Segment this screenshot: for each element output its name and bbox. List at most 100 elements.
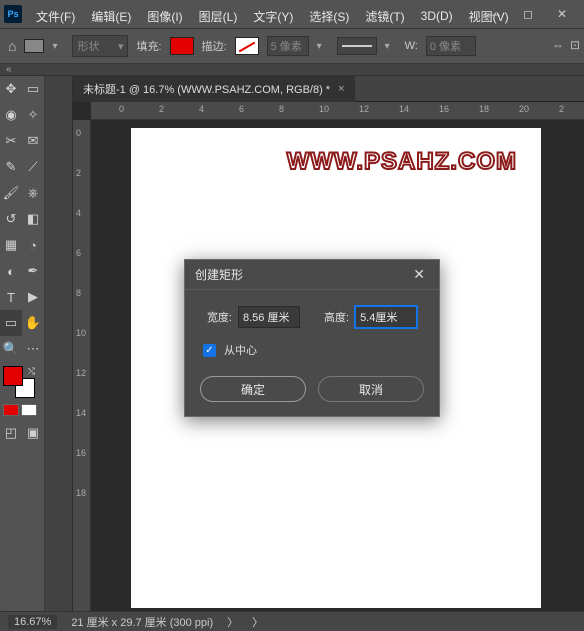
move-tool[interactable]: ✥ <box>0 76 22 102</box>
maximize-button[interactable]: ◻ <box>518 7 538 21</box>
document-dimensions: 21 厘米 x 29.7 厘米 (300 ppi) <box>71 614 213 630</box>
menu-edit[interactable]: 编辑(E) <box>83 6 139 27</box>
mini-swatch-bg[interactable] <box>21 404 37 416</box>
document-tab-row: 未标题-1 @ 16.7% (WWW.PSAHZ.COM, RGB/8) * × <box>73 76 584 102</box>
ok-button[interactable]: 确定 <box>200 376 306 402</box>
ruler-tick: 6 <box>239 104 244 114</box>
tool-preset-swatch[interactable] <box>24 39 44 53</box>
menu-filter[interactable]: 滤镜(T) <box>357 6 412 27</box>
document-tab[interactable]: 未标题-1 @ 16.7% (WWW.PSAHZ.COM, RGB/8) * × <box>73 76 355 102</box>
crop-tool[interactable]: ✂ <box>0 128 22 154</box>
vertical-ruler: 0 2 4 6 8 10 12 14 16 18 <box>73 120 91 611</box>
ruler-tick: 2 <box>159 104 164 114</box>
shape-mode-label: 形状 <box>77 38 99 54</box>
menu-bar: 文件(F) 编辑(E) 图像(I) 图层(L) 文字(Y) 选择(S) 滤镜(T… <box>0 5 517 27</box>
width-input[interactable]: 8.56 厘米 <box>238 306 300 328</box>
zoom-level[interactable]: 16.67% <box>8 615 57 629</box>
options-bar: ⌂ ▾ 形状▾ 填充: 描边: 5 像素▾ ▾ W: 0 像素 <box>0 28 584 64</box>
fill-color-swatch[interactable] <box>170 37 194 55</box>
ruler-tick: 14 <box>399 104 409 114</box>
ruler-tool[interactable]: ⟋ <box>22 154 44 180</box>
document-tab-title: 未标题-1 @ 16.7% (WWW.PSAHZ.COM, RGB/8) * <box>83 81 330 97</box>
lasso-tool[interactable]: ◉ <box>0 102 22 128</box>
slice-tool[interactable]: ✉ <box>22 128 44 154</box>
collapsed-panel-strip <box>45 76 73 611</box>
height-input[interactable]: 5.4厘米 <box>355 306 417 328</box>
shape-mode-dropdown[interactable]: 形状▾ <box>72 35 128 57</box>
menu-layer[interactable]: 图层(L) <box>191 6 246 27</box>
zoom-tool[interactable]: 🔍 <box>0 336 22 362</box>
close-button[interactable]: ✕ <box>552 7 572 21</box>
ruler-tick: 8 <box>76 288 81 298</box>
watermark-text: WWW.PSAHZ.COM <box>287 148 517 176</box>
more-tools[interactable]: ⋯ <box>22 336 44 362</box>
horizontal-ruler: 0 2 4 6 8 10 12 14 16 18 20 2 <box>91 102 584 120</box>
width-field[interactable]: 0 像素 <box>426 36 476 56</box>
screenmode-tool[interactable]: ▣ <box>22 420 44 446</box>
chevron-down-icon[interactable]: ▾ <box>385 41 397 52</box>
menu-type[interactable]: 文字(Y) <box>245 6 301 27</box>
brush-tool[interactable]: 🖌 <box>0 180 22 206</box>
history-brush-tool[interactable]: ↺ <box>0 206 22 232</box>
collapse-strip[interactable]: « <box>0 64 584 76</box>
type-tool[interactable]: T <box>0 284 22 310</box>
ruler-tick: 12 <box>76 368 86 378</box>
marquee-tool[interactable]: ▭ <box>22 76 44 102</box>
ruler-tick: 6 <box>76 248 81 258</box>
chevron-down-icon[interactable]: ▾ <box>317 41 329 52</box>
width-label: 宽度: <box>207 309 232 325</box>
eyedropper-tool[interactable]: ✎ <box>0 154 22 180</box>
chain-icon[interactable]: ⊡ <box>570 38 580 52</box>
menu-file[interactable]: 文件(F) <box>28 6 83 27</box>
ruler-tick: 0 <box>119 104 124 114</box>
magic-wand-tool[interactable]: ✧ <box>22 102 44 128</box>
create-rectangle-dialog: 创建矩形 ✕ 宽度: 8.56 厘米 高度: 5.4厘米 ✓ 从中心 确定 取消 <box>184 259 440 417</box>
ruler-tick: 0 <box>76 128 81 138</box>
blur-tool[interactable]: ◔ <box>22 232 44 258</box>
clone-tool[interactable]: ⎈ <box>22 180 44 206</box>
height-label: 高度: <box>324 309 349 325</box>
dialog-close-icon[interactable]: ✕ <box>409 264 429 285</box>
menu-3d[interactable]: 3D(D) <box>413 7 461 25</box>
foreground-color[interactable] <box>3 366 23 386</box>
cancel-button[interactable]: 取消 <box>318 376 424 402</box>
status-chevron-icon[interactable]: 〉 <box>227 614 238 630</box>
path-select-tool[interactable]: ▶ <box>22 284 44 310</box>
close-tab-icon[interactable]: × <box>338 83 344 95</box>
dodge-tool[interactable]: ◐ <box>0 258 22 284</box>
mini-swatch-fg[interactable] <box>3 404 19 416</box>
status-chevron-icon[interactable]: 〉 <box>252 614 263 630</box>
ruler-tick: 10 <box>319 104 329 114</box>
menu-image[interactable]: 图像(I) <box>139 6 190 27</box>
ruler-tick: 18 <box>479 104 489 114</box>
dialog-titlebar: 创建矩形 ✕ <box>185 260 439 290</box>
eraser-tool[interactable]: ◧ <box>22 206 44 232</box>
rectangle-tool[interactable]: ▭ <box>0 310 22 336</box>
gradient-tool[interactable]: ▦ <box>0 232 22 258</box>
chevron-down-icon[interactable]: ▾ <box>52 41 64 52</box>
options-extras: ⇔ ⊡ <box>552 38 580 52</box>
link-icon[interactable]: ⇔ <box>552 38 564 52</box>
window-titlebar: Ps 文件(F) 编辑(E) 图像(I) 图层(L) 文字(Y) 选择(S) 滤… <box>0 0 584 28</box>
stroke-color-swatch[interactable] <box>235 37 259 55</box>
ruler-tick: 18 <box>76 488 86 498</box>
menu-view[interactable]: 视图(V) <box>461 6 517 27</box>
ruler-tick: 4 <box>199 104 204 114</box>
ruler-tick: 2 <box>559 104 564 114</box>
ruler-tick: 16 <box>76 448 86 458</box>
ruler-tick: 8 <box>279 104 284 114</box>
stroke-style-dropdown[interactable] <box>337 37 377 55</box>
pen-tool[interactable]: ✒ <box>22 258 44 284</box>
menu-select[interactable]: 选择(S) <box>301 6 357 27</box>
from-center-label: 从中心 <box>224 342 257 358</box>
home-icon[interactable]: ⌂ <box>8 38 16 54</box>
ruler-tick: 14 <box>76 408 86 418</box>
quickmask-tool[interactable]: ◰ <box>0 420 22 446</box>
from-center-checkbox[interactable]: ✓ <box>203 344 216 357</box>
hand-tool[interactable]: ✋ <box>22 310 44 336</box>
ruler-tick: 2 <box>76 168 81 178</box>
stroke-width-field[interactable]: 5 像素 <box>267 36 309 56</box>
swap-colors-icon[interactable]: ⤭ <box>28 366 35 377</box>
fill-label: 填充: <box>136 38 161 54</box>
ruler-tick: 20 <box>519 104 529 114</box>
